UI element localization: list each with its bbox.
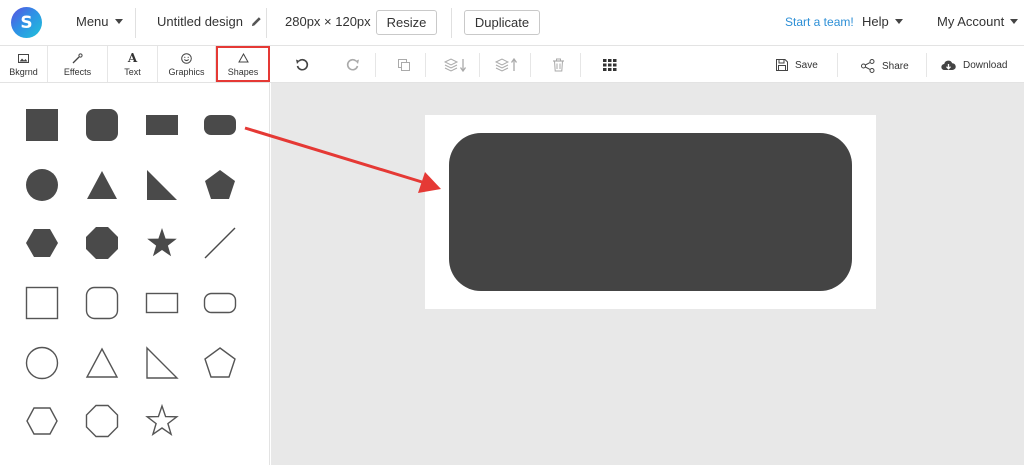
filled-hexagon-shape[interactable] — [24, 225, 60, 261]
filled-octagon-shape[interactable] — [84, 225, 120, 261]
tab-text[interactable]: A Text — [108, 46, 158, 82]
tab-effects[interactable]: Effects — [48, 46, 108, 82]
tab-text-label: Text — [124, 66, 141, 77]
undo-icon — [296, 58, 309, 71]
download-label: Download — [963, 59, 1008, 71]
top-bar: S Menu Untitled design 280px × 120px Res… — [0, 0, 1024, 46]
filled-triangle-shape[interactable] — [84, 167, 120, 203]
divider — [425, 53, 426, 77]
menu-dropdown[interactable]: Menu — [76, 14, 123, 29]
filled-star-shape[interactable] — [144, 225, 180, 261]
layer-down-icon — [444, 58, 467, 72]
filled-circle-shape[interactable] — [24, 167, 60, 203]
filled-rounded-rectangle-shape[interactable] — [202, 107, 238, 143]
menu-label: Menu — [76, 14, 109, 29]
outline-right-triangle-shape[interactable] — [144, 345, 180, 381]
save-label: Save — [795, 59, 818, 71]
help-dropdown[interactable]: Help — [862, 14, 903, 29]
redo-icon — [346, 58, 359, 71]
redo-button[interactable] — [344, 56, 362, 74]
magic-wand-icon — [72, 52, 83, 63]
line-shape[interactable] — [202, 225, 238, 261]
divider — [135, 8, 136, 38]
download-button[interactable]: Download — [941, 59, 1007, 71]
tab-effects-label: Effects — [63, 66, 92, 77]
account-label: My Account — [937, 14, 1005, 29]
canvas-area[interactable] — [271, 83, 1024, 465]
canvas-rounded-rectangle[interactable] — [449, 133, 852, 291]
undo-button[interactable] — [293, 56, 311, 74]
outline-square-shape[interactable] — [24, 285, 60, 321]
account-dropdown[interactable]: My Account — [937, 14, 1019, 29]
text-a-icon: A — [127, 51, 138, 65]
divider — [580, 53, 581, 77]
dimensions-text: 280px × 120px — [285, 14, 371, 29]
outline-rounded-rectangle-shape[interactable] — [202, 285, 238, 321]
outline-rounded-square-shape[interactable] — [84, 285, 120, 321]
filled-rectangle-shape[interactable] — [144, 107, 180, 143]
trash-icon — [552, 58, 564, 72]
cloud-download-icon — [941, 60, 956, 71]
chevron-down-icon — [1010, 19, 1019, 25]
divider — [530, 53, 531, 77]
divider — [479, 53, 480, 77]
tab-graphics[interactable]: Graphics — [158, 46, 216, 82]
share-label: Share — [882, 60, 909, 72]
share-icon — [861, 59, 875, 73]
divider — [375, 53, 376, 77]
tab-shapes[interactable]: Shapes — [216, 46, 270, 82]
resize-button[interactable]: Resize — [376, 10, 437, 35]
shapes-panel — [0, 83, 270, 465]
filled-right-triangle-shape[interactable] — [144, 167, 180, 203]
chevron-down-icon — [114, 19, 123, 25]
outline-circle-shape[interactable] — [24, 345, 60, 381]
outline-pentagon-shape[interactable] — [202, 345, 238, 381]
logo[interactable]: S — [11, 7, 42, 38]
copy-icon — [398, 59, 410, 71]
grid-button[interactable] — [601, 56, 619, 74]
floppy-disk-icon — [776, 59, 788, 71]
duplicate-button[interactable]: Duplicate — [464, 10, 540, 35]
help-label: Help — [862, 14, 889, 29]
triangle-icon — [237, 53, 249, 63]
pencil-icon — [251, 17, 261, 27]
delete-button[interactable] — [549, 56, 567, 74]
send-backward-button[interactable] — [444, 56, 468, 74]
bring-forward-button[interactable] — [495, 56, 519, 74]
artboard[interactable] — [425, 115, 876, 309]
logo-letter: S — [20, 12, 33, 33]
smiley-icon — [181, 52, 192, 64]
tab-graphics-label: Graphics — [168, 66, 205, 77]
outline-star-shape[interactable] — [144, 403, 180, 439]
tab-bkgrnd-label: Bkgrnd — [9, 66, 38, 77]
tab-bkgrnd[interactable]: Bkgrnd — [0, 46, 48, 82]
filled-rounded-square-shape[interactable] — [84, 107, 120, 143]
filled-pentagon-shape[interactable] — [202, 167, 238, 203]
share-button[interactable]: Share — [861, 59, 909, 73]
toolbar: Bkgrnd Effects A Text Graphics Shapes Sa… — [0, 46, 1024, 83]
outline-triangle-shape[interactable] — [84, 345, 120, 381]
filled-square-shape[interactable] — [24, 107, 60, 143]
save-button[interactable]: Save — [776, 59, 818, 71]
divider — [451, 8, 452, 38]
design-title-text: Untitled design — [157, 14, 243, 29]
outline-octagon-shape[interactable] — [84, 403, 120, 439]
start-team-link[interactable]: Start a team! — [785, 15, 854, 29]
grid-icon — [603, 59, 617, 71]
divider — [926, 53, 927, 77]
tab-shapes-label: Shapes — [227, 66, 259, 77]
design-title[interactable]: Untitled design — [157, 14, 262, 29]
divider — [837, 53, 838, 77]
outline-rectangle-shape[interactable] — [144, 285, 180, 321]
chevron-down-icon — [894, 19, 903, 25]
outline-hexagon-shape[interactable] — [24, 403, 60, 439]
divider — [266, 8, 267, 38]
copy-button[interactable] — [395, 56, 413, 74]
image-icon — [18, 53, 29, 63]
layer-up-icon — [495, 58, 518, 72]
